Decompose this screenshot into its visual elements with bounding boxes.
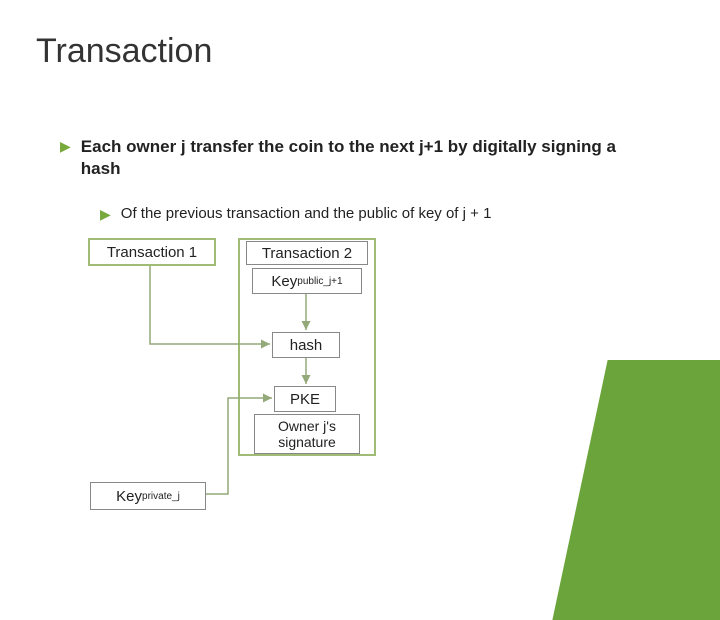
bullet-main-text: Each owner j transfer the coin to the ne… — [81, 136, 640, 180]
bullet-icon: ▶ — [60, 138, 71, 155]
key-public-prefix: Key — [271, 273, 297, 290]
box-transaction-2-label: Transaction 2 — [246, 241, 368, 265]
key-private-sub: private_j — [142, 491, 180, 502]
key-private-prefix: Key — [116, 488, 142, 505]
bullet-main: ▶ Each owner j transfer the coin to the … — [60, 136, 640, 180]
bullet-icon: ▶ — [100, 206, 111, 223]
bullet-sub: ▶ Of the previous transaction and the pu… — [100, 204, 620, 224]
bullet-sub-text: Of the previous transaction and the publ… — [121, 204, 492, 224]
box-key-private: Keyprivate_j — [90, 482, 206, 510]
box-pke: PKE — [274, 386, 336, 412]
box-signature: Owner j's signature — [254, 414, 360, 454]
slide-decor-accent — [552, 360, 720, 620]
slide-title: Transaction — [36, 32, 212, 71]
box-hash: hash — [272, 332, 340, 358]
key-public-sub: public_j+1 — [297, 276, 342, 287]
box-transaction-1: Transaction 1 — [88, 238, 216, 266]
box-key-public: Keypublic_j+1 — [252, 268, 362, 294]
